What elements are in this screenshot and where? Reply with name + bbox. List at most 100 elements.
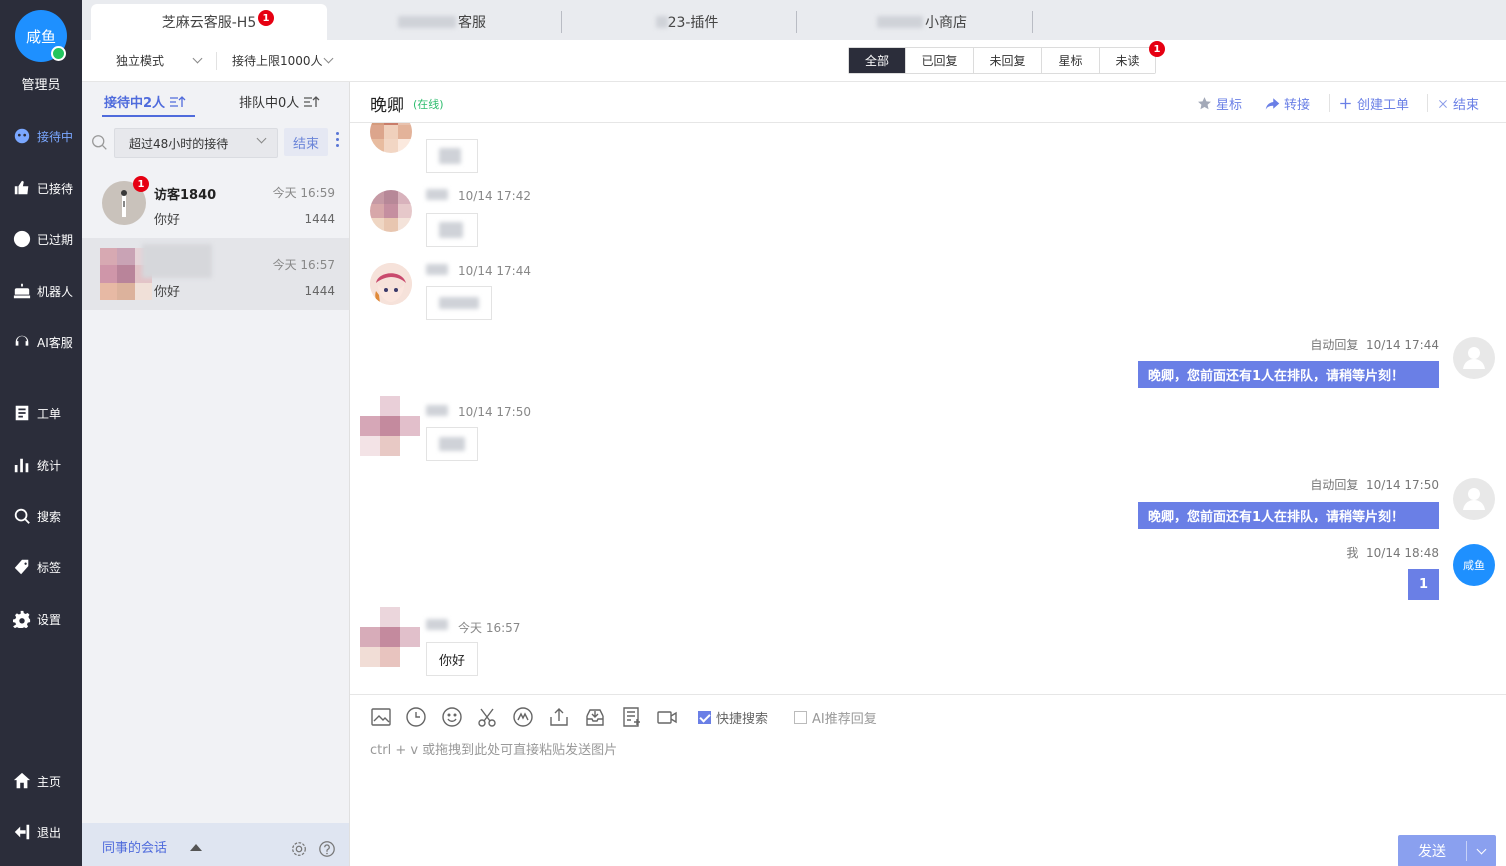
message-time: 10/14 18:48 xyxy=(1366,546,1439,560)
checkbox-box xyxy=(698,711,711,724)
tab-service[interactable]: 客服 xyxy=(382,4,502,40)
clock-icon[interactable] xyxy=(405,706,427,728)
inbox-icon[interactable] xyxy=(584,706,606,728)
limit-select[interactable]: 接待上限1000人 xyxy=(232,52,333,69)
colleague-sessions-bar[interactable]: 同事的会话 xyxy=(82,823,349,866)
transfer-button[interactable]: 转接 xyxy=(1265,94,1310,113)
auto-reply-avatar xyxy=(1453,478,1495,520)
create-ticket-button[interactable]: 创建工单 xyxy=(1338,94,1409,113)
end-chat-button[interactable]: 结束 xyxy=(1437,94,1479,113)
scissors-icon[interactable] xyxy=(476,706,498,728)
send-button[interactable]: 发送 xyxy=(1398,835,1496,866)
session-item[interactable]: 今天 16:57 你好 1444 xyxy=(82,238,349,310)
message-bubble xyxy=(426,139,478,173)
gear-icon[interactable] xyxy=(290,840,308,858)
session-item[interactable]: 1 访客1840 今天 16:59 你好 1444 xyxy=(82,166,349,238)
logout-icon xyxy=(12,822,32,842)
tab-label: 23-插件 xyxy=(667,15,719,31)
star-button[interactable]: 星标 xyxy=(1197,94,1242,113)
nav-item-stats[interactable]: 统计 xyxy=(0,452,82,478)
chevron-down-icon xyxy=(323,53,333,64)
session-toolbar: 独立模式 接待上限1000人 全部 已回复 未回复 星标 未读 1 xyxy=(82,40,1506,82)
nav-item-settings[interactable]: 设置 xyxy=(0,606,82,632)
quick-search-checkbox[interactable]: 快捷搜索 xyxy=(698,708,768,727)
tab-label: 芝麻云客服-H5 xyxy=(161,15,257,31)
checkbox-box xyxy=(794,711,807,724)
filter-replied[interactable]: 已回复 xyxy=(906,48,974,73)
mode-label: 独立模式 xyxy=(116,54,165,68)
tab-mini-shop[interactable]: 小商店 xyxy=(862,4,982,40)
video-icon[interactable] xyxy=(656,706,678,728)
redacted-content xyxy=(439,437,465,451)
send-options-chevron-icon[interactable] xyxy=(1467,844,1496,854)
message-text: 你好 xyxy=(439,653,466,669)
sort-icon xyxy=(304,95,320,107)
bar-chart-icon xyxy=(12,455,32,475)
tab-plugin[interactable]: 23-插件 xyxy=(632,4,742,40)
limit-label: 接待上限1000人 xyxy=(232,54,323,68)
visitor-avatar xyxy=(370,123,412,153)
nav-item-receiving[interactable]: 接待中 xyxy=(0,123,82,149)
visitor-avatar xyxy=(360,607,420,667)
upload-icon[interactable] xyxy=(548,706,570,728)
note-icon[interactable] xyxy=(620,706,642,728)
range-select[interactable]: 超过48小时的接待 xyxy=(114,128,278,158)
session-name: 访客1840 xyxy=(154,188,217,203)
tab-zhima-h5[interactable]: 芝麻云客服-H5 1 xyxy=(91,4,327,40)
mode-select[interactable]: 独立模式 xyxy=(116,52,203,69)
nav-label: 设置 xyxy=(37,612,62,627)
inbox-check-icon xyxy=(12,178,32,198)
message-time: 10/14 17:50 xyxy=(1366,478,1439,492)
invite-icon[interactable] xyxy=(512,706,534,728)
filter-starred[interactable]: 星标 xyxy=(1042,48,1100,73)
session-last-message: 你好 xyxy=(154,285,181,300)
redacted-name xyxy=(142,244,212,278)
tab-unread-badge: 1 xyxy=(258,10,274,26)
share-arrow-icon xyxy=(1265,98,1280,110)
tab-receiving[interactable]: 接待中2人 xyxy=(104,92,187,111)
more-options-icon[interactable] xyxy=(336,132,340,150)
star-label: 星标 xyxy=(1216,98,1243,113)
ticket-icon xyxy=(12,403,32,423)
tab-label: 客服 xyxy=(458,15,486,31)
session-time: 今天 16:59 xyxy=(272,186,335,200)
filter-unread[interactable]: 未读 xyxy=(1100,48,1155,73)
visitor-avatar xyxy=(360,396,420,456)
session-count: 1444 xyxy=(304,284,335,298)
nav-item-expired[interactable]: 已过期 xyxy=(0,226,82,252)
nav-item-home[interactable]: 主页 xyxy=(0,768,82,794)
image-icon[interactable] xyxy=(370,706,392,728)
end-session-button[interactable]: 结束 xyxy=(284,128,328,156)
ai-recommend-checkbox[interactable]: AI推荐回复 xyxy=(794,708,877,727)
nav-item-ticket[interactable]: 工单 xyxy=(0,400,82,426)
session-count: 1444 xyxy=(304,212,335,226)
header-divider xyxy=(1427,94,1428,112)
message-time: 10/14 17:42 xyxy=(458,189,531,203)
tab-queue[interactable]: 排队中0人 xyxy=(239,92,321,111)
session-search-row: 超过48小时的接待 结束 xyxy=(82,124,350,162)
nav-item-robot[interactable]: 机器人 xyxy=(0,278,82,304)
nav-item-received[interactable]: 已接待 xyxy=(0,175,82,201)
ai-recommend-label: AI推荐回复 xyxy=(812,712,877,727)
nav-item-search[interactable]: 搜索 xyxy=(0,503,82,529)
help-icon[interactable] xyxy=(318,840,336,858)
tag-icon xyxy=(12,557,32,577)
online-status-dot xyxy=(51,46,66,61)
tab-receiving-label: 接待中2人 xyxy=(104,96,166,111)
filter-group: 全部 已回复 未回复 星标 未读 xyxy=(848,47,1156,74)
transfer-label: 转接 xyxy=(1284,98,1311,113)
nav-item-ai-service[interactable]: AI客服 xyxy=(0,329,82,355)
composer-input[interactable]: ctrl + v 或拖拽到此处可直接粘贴发送图片 xyxy=(370,739,617,758)
nav-item-logout[interactable]: 退出 xyxy=(0,819,82,845)
emoji-icon[interactable] xyxy=(441,706,463,728)
nav-label: 已过期 xyxy=(37,232,74,247)
filter-unreplied[interactable]: 未回复 xyxy=(974,48,1042,73)
filter-all[interactable]: 全部 xyxy=(849,48,906,73)
tab-separator xyxy=(561,11,562,33)
colleague-sessions-label: 同事的会话 xyxy=(102,841,168,856)
expired-bolt-icon xyxy=(12,229,32,249)
search-icon[interactable] xyxy=(91,134,108,151)
nav-item-tags[interactable]: 标签 xyxy=(0,554,82,580)
agent-avatar: 咸鱼 xyxy=(1453,544,1495,586)
message-composer: 快捷搜索 AI推荐回复 ctrl + v 或拖拽到此处可直接粘贴发送图片 发送 xyxy=(350,694,1506,866)
